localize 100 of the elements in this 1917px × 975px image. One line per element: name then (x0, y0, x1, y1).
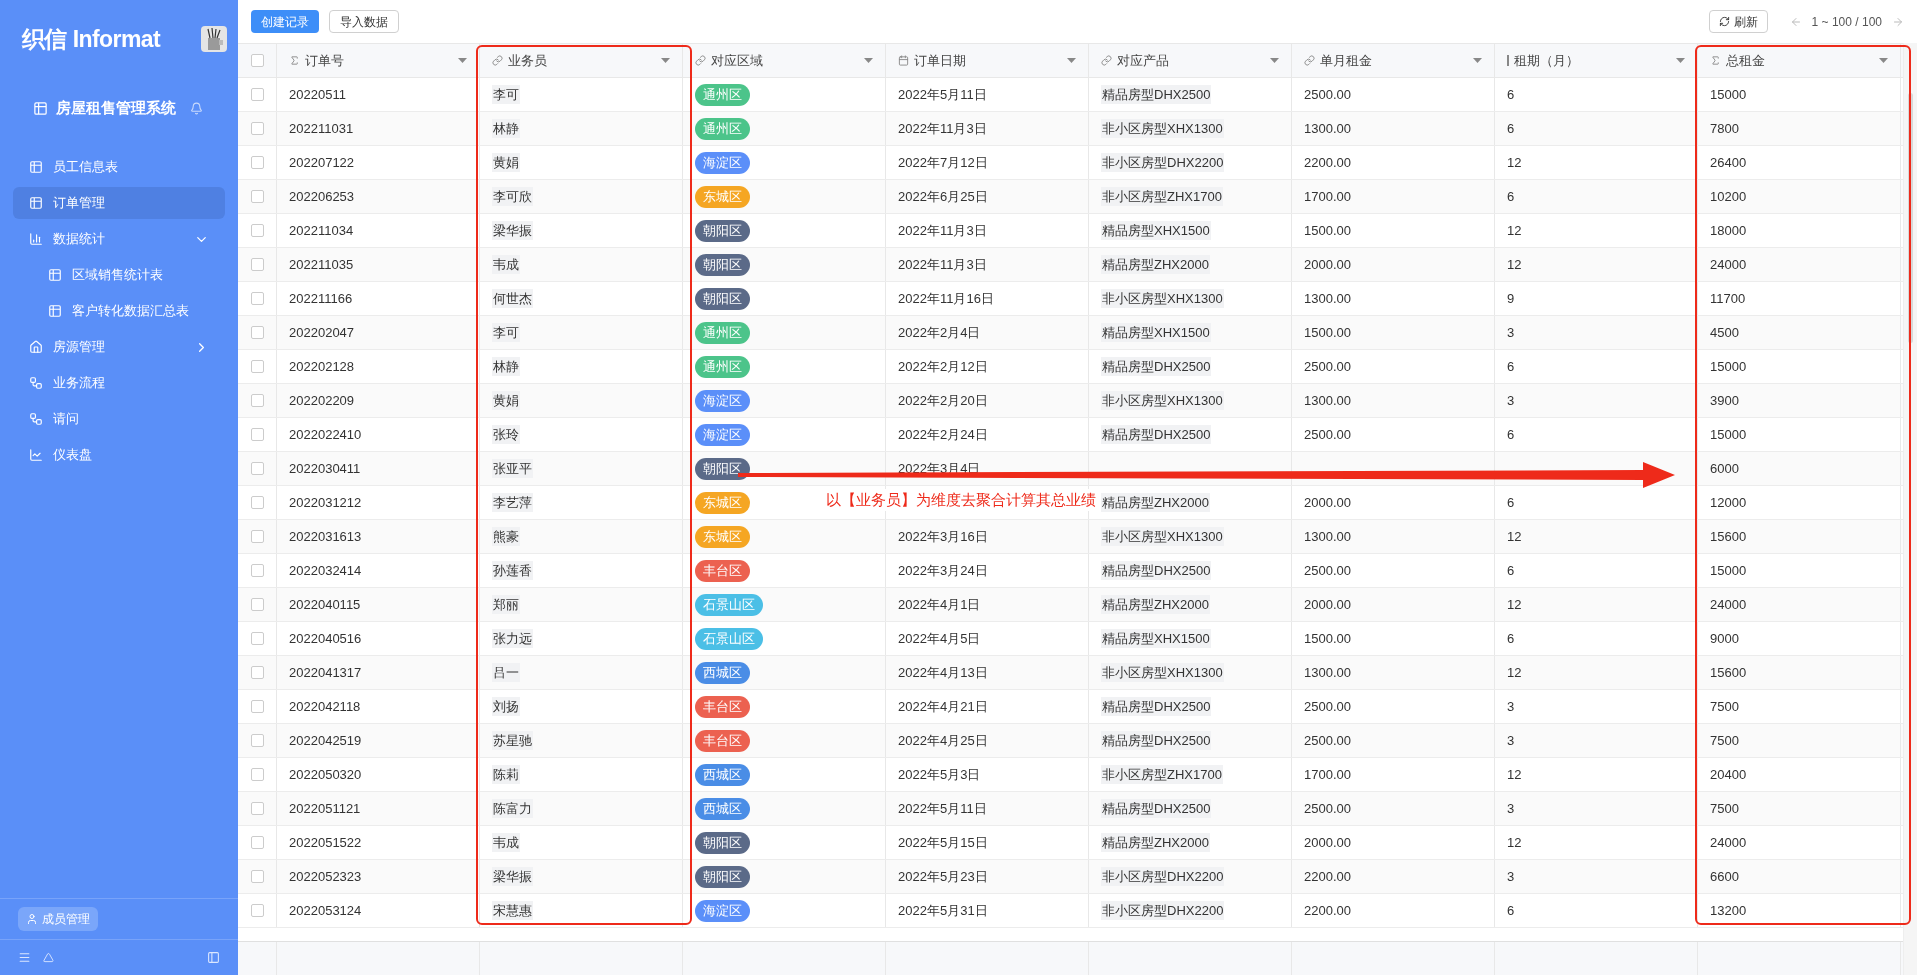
dropdown-caret-icon[interactable] (1270, 58, 1279, 63)
table-cell-text: 3 (1507, 799, 1515, 818)
table-cell-text: 1300.00 (1304, 527, 1351, 546)
member-management-button[interactable]: 成员管理 (18, 907, 98, 931)
next-page-icon[interactable] (1892, 15, 1904, 28)
table-cell-text: 7500 (1710, 731, 1739, 750)
app-icon (33, 100, 48, 116)
header-checkbox[interactable] (250, 54, 264, 67)
triangle-icon[interactable] (43, 952, 54, 963)
table-cell-text: 12000 (1710, 493, 1747, 512)
row-checkbox[interactable] (250, 802, 264, 815)
row-checkbox[interactable] (250, 904, 264, 917)
table-cell-text: 2022年2月12日 (898, 357, 988, 376)
dropdown-caret-icon[interactable] (1676, 58, 1685, 63)
refresh-button[interactable]: 刷新 (1708, 10, 1768, 33)
table-cell-text: 7500 (1710, 697, 1739, 716)
dropdown-caret-icon[interactable] (661, 58, 670, 63)
table-cell-text: 2022年2月4日 (898, 323, 981, 342)
table-cell-text: 15000 (1710, 357, 1747, 376)
region-tag: 朝阳区 (695, 831, 750, 854)
column-header[interactable]: 业务员 (480, 44, 683, 77)
region-tag: 丰台区 (695, 559, 750, 582)
table-cell: 郑丽 (492, 594, 520, 615)
link-icon (492, 55, 503, 66)
table-cell-text: 12 (1507, 255, 1522, 274)
pagination-text: 1 ~ 100 / 100 (1811, 13, 1882, 31)
sidebar-item[interactable]: 数据统计 (13, 223, 225, 255)
table-cell-text: 2022032414 (289, 561, 362, 580)
link-icon (1304, 55, 1315, 66)
sidebar-item[interactable]: 房源管理 (13, 331, 225, 363)
dropdown-caret-icon[interactable] (458, 58, 467, 63)
row-checkbox[interactable] (250, 598, 264, 611)
row-checkbox[interactable] (250, 530, 264, 543)
column-header[interactable]: 订单号 (277, 44, 480, 77)
table-cell-text: 2022年5月15日 (898, 833, 988, 852)
row-checkbox[interactable] (250, 428, 264, 441)
dropdown-caret-icon[interactable] (1879, 58, 1888, 63)
sidebar-item[interactable]: 客户转化数据汇总表 (13, 295, 225, 327)
create-record-button[interactable]: 创建记录 (251, 10, 319, 33)
row-checkbox[interactable] (250, 632, 264, 645)
row-checkbox[interactable] (250, 88, 264, 101)
table-cell-text: 1700.00 (1304, 187, 1351, 206)
sidebar-item[interactable]: 业务流程 (13, 367, 225, 399)
column-header[interactable]: 单月租金 (1292, 44, 1495, 77)
column-header[interactable]: 总租金 (1698, 44, 1901, 77)
sidebar-item[interactable]: 请问 (13, 403, 225, 435)
table-cell: 李可 (492, 84, 520, 105)
table-cell-text: 2022040115 (289, 595, 361, 614)
column-header[interactable]: 租期（月） (1495, 44, 1698, 77)
row-checkbox[interactable] (250, 462, 264, 475)
column-header[interactable]: 对应产品 (1089, 44, 1292, 77)
column-header[interactable]: 订单日期 (886, 44, 1089, 77)
sidebar-item[interactable]: 区域销售统计表 (13, 259, 225, 291)
table-cell-text: 2500.00 (1304, 85, 1351, 104)
sidebar-item[interactable]: 订单管理 (13, 187, 225, 219)
dropdown-caret-icon[interactable] (864, 58, 873, 63)
previous-page-icon[interactable] (1789, 15, 1802, 28)
sidebar-item[interactable]: 仪表盘 (13, 439, 225, 471)
table-cell: 精品房型ZHX2000 (1101, 492, 1210, 513)
table-cell-text: 15600 (1710, 663, 1747, 682)
row-checkbox[interactable] (250, 224, 264, 237)
table-cell-text: 2500.00 (1304, 357, 1351, 376)
import-data-button[interactable]: 导入数据 (329, 10, 399, 33)
row-checkbox[interactable] (250, 836, 264, 849)
sidebar-item[interactable]: 员工信息表 (13, 151, 225, 183)
logo: 织信 Informat (22, 24, 161, 54)
table-cell-text: 12 (1507, 527, 1522, 546)
table-cell: 黄娟 (492, 390, 520, 411)
row-checkbox[interactable] (250, 156, 264, 169)
table-cell: 张力远 (492, 628, 533, 649)
table-cell-text: 1500.00 (1304, 629, 1351, 648)
dropdown-caret-icon[interactable] (1067, 58, 1076, 63)
row-checkbox[interactable] (250, 258, 264, 271)
row-checkbox[interactable] (250, 700, 264, 713)
row-checkbox[interactable] (250, 564, 264, 577)
table-cell: 精品房型ZHX2000 (1101, 594, 1210, 615)
region-tag: 朝阳区 (695, 287, 750, 310)
row-checkbox[interactable] (250, 496, 264, 509)
row-checkbox[interactable] (250, 734, 264, 747)
table-cell-text: 2022年11月3日 (898, 119, 987, 138)
table-cell-text: 15000 (1710, 85, 1747, 104)
column-header[interactable]: 对应区域 (683, 44, 886, 77)
row-checkbox[interactable] (250, 190, 264, 203)
dropdown-caret-icon[interactable] (1473, 58, 1482, 63)
row-checkbox[interactable] (250, 394, 264, 407)
region-tag: 朝阳区 (695, 253, 750, 276)
row-checkbox[interactable] (250, 666, 264, 679)
row-checkbox[interactable] (250, 870, 264, 883)
table-cell-text: 2022051121 (289, 799, 361, 818)
table-cell-text: 7500 (1710, 799, 1739, 818)
row-checkbox[interactable] (250, 360, 264, 373)
row-checkbox[interactable] (250, 122, 264, 135)
row-checkbox[interactable] (250, 768, 264, 781)
sidebar-toggle-icon[interactable] (207, 951, 220, 964)
table-cell: 张亚平 (492, 458, 533, 479)
menu-icon[interactable] (18, 951, 31, 964)
row-checkbox[interactable] (250, 326, 264, 339)
table-cell-text: 15000 (1710, 561, 1747, 580)
table-cell-text: 1300.00 (1304, 663, 1351, 682)
row-checkbox[interactable] (250, 292, 264, 305)
